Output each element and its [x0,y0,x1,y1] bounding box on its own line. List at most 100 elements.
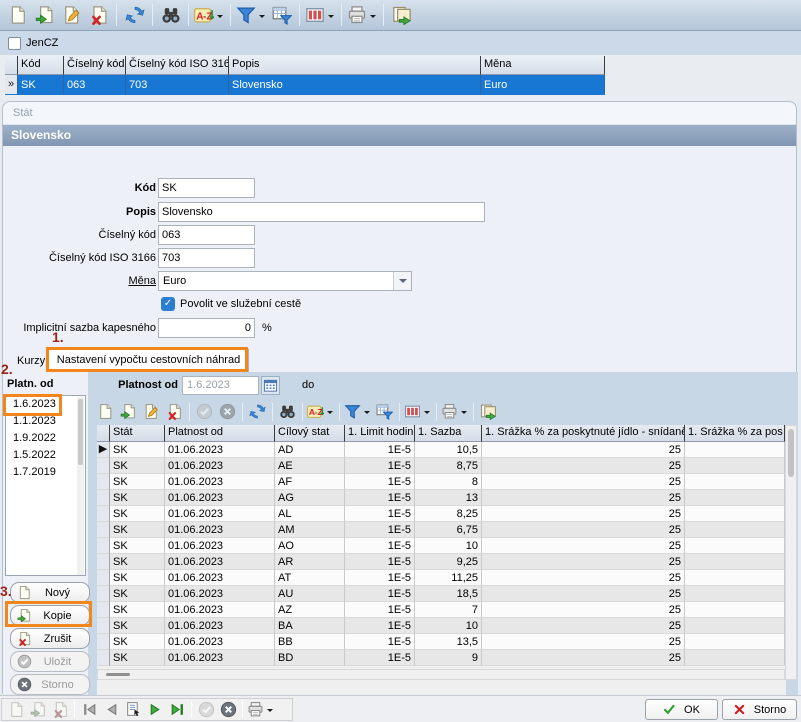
column-header[interactable]: Číselný kód [64,56,126,75]
table-row[interactable]: SK01.06.2023BA1E-51025 [97,618,785,634]
dropdown-arrow-icon[interactable] [370,15,376,21]
column-header[interactable]: 1. Srážka % za poskytnuté jídlo - snídan… [482,425,685,442]
platnost-od-input[interactable]: 1.6.2023 [182,376,259,395]
table-row[interactable]: SK01.06.2023AU1E-518,525 [97,586,785,602]
table-row[interactable]: SK01.06.2023AO1E-51025 [97,538,785,554]
x-circle-button[interactable] [217,699,239,720]
columns-button[interactable] [403,400,433,423]
doc-open-button[interactable] [31,2,58,29]
dropdown-arrow-icon[interactable] [328,15,334,21]
horizontal-scrollbar[interactable] [97,669,785,680]
dropdown-arrow-icon[interactable] [217,15,223,21]
table-row[interactable]: SK01.06.2023BD1E-5925 [97,650,785,666]
doc-edit-button[interactable] [140,400,163,423]
report-button[interactable] [122,699,144,720]
popis-field[interactable] [158,202,485,222]
vertical-scrollbar[interactable] [785,425,797,680]
printer-button[interactable] [440,400,470,423]
table-row[interactable]: SK01.06.2023AT1E-511,2525 [97,570,785,586]
povolit-checkbox[interactable]: ✓ [161,297,175,311]
scrollbar-thumb[interactable] [788,429,794,477]
dropdown-arrow-icon[interactable] [461,411,467,417]
dropdown-arrow-icon[interactable] [327,411,333,417]
column-header[interactable]: Cílový stat [275,425,345,442]
date-list-item[interactable]: 1.5.2022 [6,447,85,464]
ok-button[interactable]: OK [645,699,718,720]
printer-button[interactable] [246,699,276,720]
dropdown-arrow-icon[interactable] [259,15,265,21]
table-row[interactable]: »SK063703SlovenskoEuro [5,75,605,95]
storno-button[interactable]: Storno [722,699,797,720]
validity-scrollbar[interactable] [77,397,84,575]
nov--button[interactable]: Nový [10,582,90,603]
column-header[interactable]: Číselný kód ISO 3166 [126,56,229,75]
printer-button[interactable] [346,2,379,29]
calendar-button[interactable] [261,376,280,395]
iso-kod-field[interactable] [158,248,255,268]
dropdown-arrow-icon[interactable] [364,411,370,417]
stat-group-header[interactable]: Stát [3,102,796,125]
dropdown-arrow-icon[interactable] [267,709,273,715]
refresh-button[interactable] [246,400,269,423]
table-row[interactable]: SK01.06.2023AG1E-51325 [97,490,785,506]
sort-az-button[interactable]: A-Z [193,2,226,29]
column-header[interactable]: Platnost od [165,425,275,442]
table-row[interactable]: SK01.06.2023AE1E-58,7525 [97,458,785,474]
refresh-button[interactable] [121,2,148,29]
table-row[interactable]: SK01.06.2023AF1E-5825 [97,474,785,490]
mena-select[interactable]: Euro [158,271,412,291]
jencz-checkbox[interactable] [8,37,21,50]
doc-delete-button[interactable] [163,400,186,423]
funnel-button[interactable] [343,400,373,423]
binoculars-button[interactable] [276,400,299,423]
ciselny-kod-field[interactable] [158,225,255,245]
column-header[interactable]: Popis [229,56,481,75]
ciselny-kod-label: Číselný kód [10,225,156,245]
funnel-grid-button[interactable] [373,400,396,423]
doc-new-button[interactable] [94,400,117,423]
scrollbar-thumb[interactable] [106,673,130,676]
mena-dropdown-button[interactable] [393,272,411,290]
column-header[interactable]: Stát [110,425,165,442]
table-row[interactable]: SK01.06.2023AZ1E-5725 [97,602,785,618]
nav-last-button[interactable] [166,699,188,720]
column-header[interactable]: 1. Limit hodin [345,425,415,442]
validity-column-header[interactable]: Platn. od [7,378,53,390]
binoculars-button[interactable] [157,2,184,29]
export-button[interactable] [477,400,500,423]
dropdown-arrow-icon[interactable] [424,411,430,417]
doc-new-button [5,699,27,720]
columns-button[interactable] [304,2,337,29]
doc-open-button[interactable] [117,400,140,423]
table-row[interactable]: SK01.06.2023AM1E-56,7525 [97,522,785,538]
doc-new-button[interactable] [4,2,31,29]
kapesne-field[interactable] [158,318,255,338]
table-row[interactable]: SK01.06.2023BB1E-513,525 [97,634,785,650]
date-list-item[interactable]: 1.7.2019 [6,464,85,481]
nav-next-button[interactable] [144,699,166,720]
scrollbar-thumb[interactable] [78,399,83,465]
doc-edit-button[interactable] [58,2,85,29]
x-circle-icon [220,701,237,718]
table-row[interactable]: SK01.06.2023AL1E-58,2525 [97,506,785,522]
column-header[interactable]: 1. Srážka % za pos [685,425,785,442]
kod-field[interactable] [158,178,255,198]
mena-label[interactable]: Měna [10,271,156,291]
toolbar-separator [116,4,117,26]
column-header[interactable]: Kód [18,56,64,75]
annotation-box-1 [46,347,248,372]
sort-az-button[interactable]: A-Z [306,400,336,423]
table-row[interactable]: ▶SK01.06.2023AD1E-510,525 [97,442,785,458]
nav-first-button[interactable] [78,699,100,720]
zru-it-button[interactable]: Zrušit [10,628,90,649]
column-header[interactable]: Měna [481,56,605,75]
column-header[interactable]: 1. Sazba [415,425,482,442]
nav-prev-button[interactable] [100,699,122,720]
export-button[interactable] [388,2,415,29]
table-row[interactable]: SK01.06.2023AR1E-59,2525 [97,554,785,570]
funnel-button[interactable] [235,2,268,29]
doc-delete-button[interactable] [85,2,112,29]
date-list-item[interactable]: 1.9.2022 [6,430,85,447]
table-cell [685,650,785,666]
funnel-grid-button[interactable] [268,2,295,29]
